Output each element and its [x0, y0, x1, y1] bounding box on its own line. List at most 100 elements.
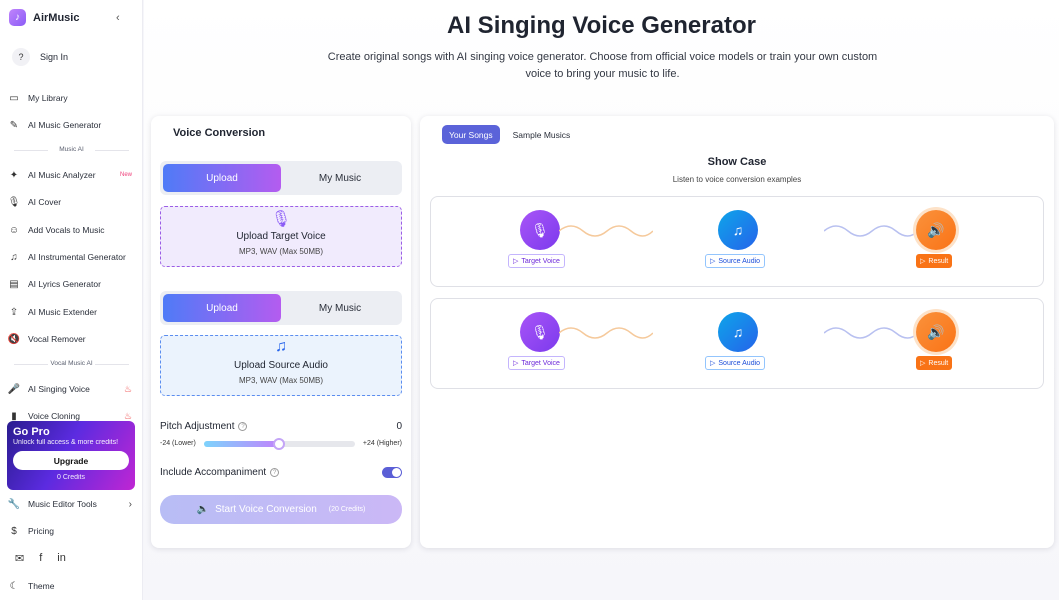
play-icon: ▷: [710, 360, 716, 367]
brand[interactable]: ♪ AirMusic: [9, 9, 79, 26]
music-notes-icon[interactable]: ♫: [718, 312, 758, 352]
target-source-toggle: Upload My Music: [160, 161, 402, 195]
file-text-icon: ▤: [9, 278, 19, 290]
sign-in-button[interactable]: ? Sign In: [12, 48, 68, 66]
showcase-panel: Your Songs Sample Musics Show Case Liste…: [420, 116, 1054, 548]
mail-icon[interactable]: ✉: [15, 552, 24, 565]
pitch-slider-handle[interactable]: [273, 437, 286, 450]
music-notes-icon[interactable]: ♫: [718, 210, 758, 250]
wrench-icon: 🔧: [7, 498, 21, 510]
sidebar-item-ai-lyrics-generator[interactable]: ▤ AI Lyrics Generator: [8, 276, 136, 292]
accompaniment-toggle[interactable]: [382, 467, 402, 478]
sign-in-label: Sign In: [40, 52, 69, 62]
pitch-max-label: +24 (Higher): [362, 440, 402, 447]
source-audio-play-button[interactable]: ▷ Source Audio: [705, 356, 766, 370]
page-title: AI Singing Voice Generator: [447, 12, 756, 39]
showcase-example-row: 🎙 ▷ Target Voice ♫ ▷ Source Audio 🔊 ▷ Resul…: [430, 298, 1044, 389]
sidebar-item-label: AI Instrumental Generator: [28, 252, 126, 262]
waveform-decoration: [559, 225, 653, 237]
play-label: Source Audio: [718, 359, 761, 367]
result-play-button[interactable]: ▷ Result: [916, 356, 953, 370]
sidebar-item-ai-instrumental-generator[interactable]: ♫ AI Instrumental Generator: [8, 249, 136, 265]
tab-my-music[interactable]: My Music: [281, 164, 399, 192]
sidebar-item-ai-singing-voice[interactable]: 🎤 AI Singing Voice ♨: [8, 381, 136, 397]
upgrade-button[interactable]: Upgrade: [13, 451, 129, 470]
tab-your-songs[interactable]: Your Songs: [442, 125, 500, 144]
moon-icon: ☾: [9, 580, 19, 592]
pitch-slider-row: -24 (Lower) +24 (Higher): [160, 437, 402, 450]
collapse-sidebar-icon[interactable]: ‹: [116, 12, 120, 24]
help-icon[interactable]: ?: [238, 422, 248, 431]
upload-target-voice-dropzone[interactable]: 🎙 Upload Target Voice MP3, WAV (Max 50MB…: [160, 206, 402, 267]
sparkle-icon: ✦: [9, 169, 19, 181]
speaker-icon[interactable]: 🔊: [916, 210, 956, 250]
help-icon: ?: [12, 48, 30, 66]
upload-source-audio-dropzone[interactable]: ♫ Upload Source Audio MP3, WAV (Max 50MB…: [160, 335, 402, 396]
share-icon: ⇪: [9, 306, 19, 318]
showcase-example-row: 🎙 ▷ Target Voice ♫ ▷ Source Audio 🔊 ▷ Resul…: [430, 196, 1044, 287]
hot-flame-icon: ♨: [123, 383, 132, 394]
go-pro-card: Go Pro Unlock full access & more credits…: [7, 421, 135, 490]
source-audio-play-button[interactable]: ▷ Source Audio: [705, 254, 766, 268]
start-button-label: Start Voice Conversion: [215, 504, 317, 515]
pitch-adjustment-row: Pitch Adjustment? 0: [160, 421, 402, 432]
play-label: Target Voice: [521, 359, 560, 367]
main-content: AI Singing Voice Generator Create origin…: [144, 0, 1059, 600]
source-audio-toggle: Upload My Music: [160, 291, 402, 325]
pitch-slider-fill: [203, 440, 280, 447]
speaker-icon[interactable]: 🔊: [916, 312, 956, 352]
sidebar-item-my-library[interactable]: ▭ My Library: [8, 90, 136, 106]
sidebar-item-label: AI Lyrics Generator: [28, 279, 101, 289]
linkedin-icon[interactable]: in: [57, 552, 66, 565]
pitch-value: 0: [396, 421, 402, 432]
sidebar-item-label: AI Singing Voice: [28, 384, 90, 394]
music-notes-icon: ♫: [275, 338, 287, 355]
microphone-icon[interactable]: 🎙: [520, 312, 560, 352]
folder-icon: ▭: [9, 92, 19, 104]
sidebar-item-pricing[interactable]: $ Pricing: [8, 523, 136, 539]
sidebar-item-ai-music-analyzer[interactable]: ✦ AI Music Analyzer New: [8, 167, 136, 183]
go-pro-subtitle: Unlock full access & more credits!: [13, 439, 119, 446]
pitch-slider[interactable]: [203, 437, 355, 450]
chevron-right-icon: ›: [128, 498, 132, 510]
tab-upload[interactable]: Upload: [163, 294, 281, 322]
sidebar-item-add-vocals[interactable]: ☺ Add Vocals to Music: [8, 222, 136, 238]
speaker-mute-icon: 🔇: [7, 333, 21, 345]
sidebar-item-label: Add Vocals to Music: [28, 225, 105, 235]
music-note-logo-icon: ♪: [9, 9, 26, 26]
facebook-icon[interactable]: f: [39, 552, 42, 565]
sidebar-item-label: Theme: [28, 581, 55, 591]
microphone-icon: 🎤: [7, 383, 21, 395]
dropzone-title: Upload Source Audio: [234, 360, 328, 371]
page-description: Create original songs with AI singing vo…: [327, 51, 878, 80]
sidebar-item-label: AI Music Generator: [28, 120, 102, 130]
start-button-credits: (20 Credits): [328, 506, 366, 513]
play-label: Target Voice: [521, 257, 560, 265]
music-notes-icon: ♫: [10, 251, 18, 263]
credits-count: 0 Credits: [56, 474, 85, 481]
target-voice-play-button[interactable]: ▷ Target Voice: [508, 356, 565, 370]
panel-title: Voice Conversion: [173, 127, 266, 139]
magic-wand-icon: ✎: [9, 119, 19, 131]
sidebar-item-music-editor-tools[interactable]: 🔧 Music Editor Tools ›: [8, 496, 136, 512]
microphone-icon: 🎙: [7, 196, 21, 208]
sidebar-item-theme[interactable]: ☾ Theme: [8, 578, 136, 594]
sidebar-item-ai-cover[interactable]: 🎙 AI Cover: [8, 194, 136, 210]
tab-upload[interactable]: Upload: [163, 164, 281, 192]
dropzone-formats: MP3, WAV (Max 50MB): [238, 247, 323, 256]
play-label: Result: [928, 257, 949, 265]
sidebar-item-vocal-remover[interactable]: 🔇 Vocal Remover: [8, 331, 136, 347]
sidebar-item-label: AI Cover: [28, 197, 62, 207]
sidebar-item-ai-music-extender[interactable]: ⇪ AI Music Extender: [8, 304, 136, 320]
result-play-button[interactable]: ▷ Result: [916, 254, 953, 268]
start-voice-conversion-button[interactable]: 🔈 Start Voice Conversion (20 Credits): [160, 495, 402, 524]
target-voice-play-button[interactable]: ▷ Target Voice: [508, 254, 565, 268]
microphone-icon[interactable]: 🎙: [520, 210, 560, 250]
tab-my-music[interactable]: My Music: [281, 294, 399, 322]
pitch-label: Pitch Adjustment: [160, 421, 235, 432]
help-icon[interactable]: ?: [270, 468, 280, 477]
voice-conversion-panel: Voice Conversion Upload My Music 🎙 Uploa…: [151, 116, 411, 548]
tab-sample-musics[interactable]: Sample Musics: [506, 125, 578, 144]
sidebar-item-ai-music-generator[interactable]: ✎ AI Music Generator: [8, 117, 136, 133]
sidebar-item-label: AI Music Analyzer: [28, 170, 96, 180]
